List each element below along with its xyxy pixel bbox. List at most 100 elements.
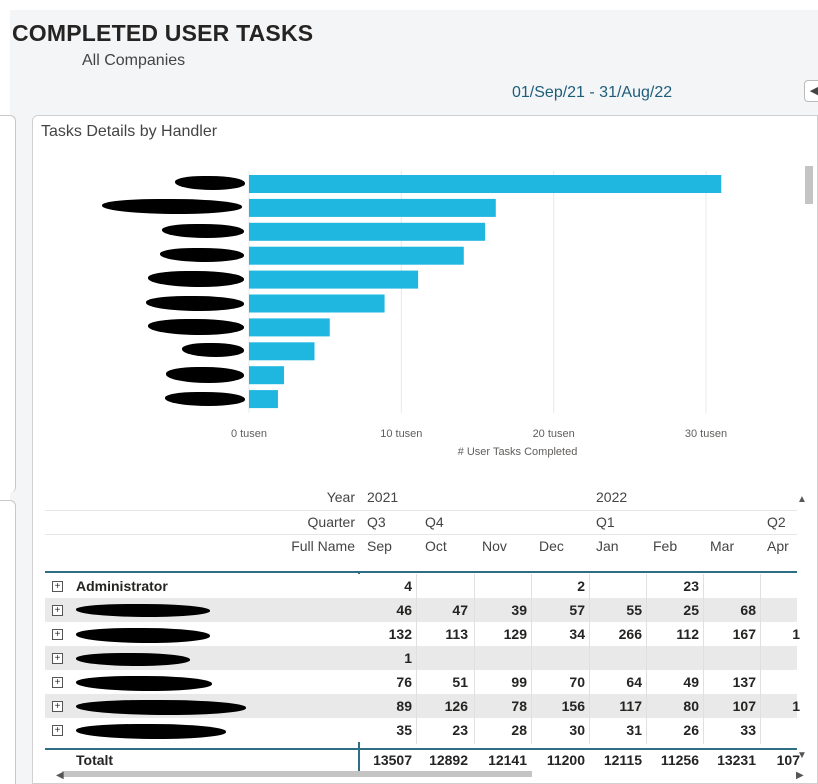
x-tick-label: 20 tusen (533, 428, 575, 440)
date-range-label: 01/Sep/21 - 31/Aug/22 (512, 84, 673, 101)
chart-vertical-scrollbar[interactable] (803, 164, 815, 416)
matrix-month-jan[interactable]: Jan (596, 538, 619, 554)
left-panel-edge-lower[interactable] (0, 500, 16, 784)
matrix-month-dec[interactable]: Dec (539, 538, 564, 554)
scroll-left-icon[interactable]: ◀ (56, 770, 64, 781)
table-cell: 126 (444, 698, 468, 714)
total-cell: 13507 (373, 752, 412, 768)
page-subtitle: All Companies (82, 52, 186, 69)
bar[interactable] (249, 198, 496, 217)
expand-plus-icon[interactable]: + (52, 629, 63, 640)
table-cell: 132 (388, 626, 412, 642)
table-cell: 1 (404, 650, 412, 666)
matrix-quarter-q3[interactable]: Q3 (367, 514, 386, 530)
header-separator (45, 571, 797, 573)
table-cell: 113 (445, 626, 468, 642)
table-cell: 31 (626, 722, 642, 738)
bar[interactable] (249, 246, 464, 265)
x-tick-label: 10 tusen (380, 428, 422, 440)
scroll-up-icon[interactable]: ▲ (797, 494, 807, 505)
table-cell: 68 (740, 602, 756, 618)
table-cell: 89 (396, 698, 412, 714)
chevron-left-icon[interactable]: ◀ (804, 80, 818, 102)
table-cell: 49 (683, 674, 699, 690)
table-cell: 25 (683, 602, 699, 618)
total-cell: 11256 (660, 752, 699, 768)
bar[interactable] (249, 294, 385, 313)
bar[interactable] (249, 222, 486, 241)
table-cell: 1 (792, 698, 800, 714)
column-divider (531, 574, 532, 744)
expand-plus-icon[interactable]: + (52, 605, 63, 616)
total-cell: 12115 (603, 752, 642, 768)
table-cell: 46 (396, 602, 412, 618)
column-divider (416, 574, 417, 744)
matrix-month-nov[interactable]: Nov (482, 538, 507, 554)
matrix-quarter-q4[interactable]: Q4 (425, 514, 444, 530)
column-divider (646, 574, 647, 744)
matrix-year-2021[interactable]: 2021 (367, 489, 398, 505)
column-divider (589, 574, 590, 744)
expand-plus-icon[interactable]: + (52, 581, 63, 592)
matrix-month-feb[interactable]: Feb (653, 538, 677, 554)
table-cell: 55 (626, 602, 642, 618)
table-cell: 1 (792, 626, 800, 642)
table-cell: 76 (396, 674, 412, 690)
matrix-month-sep[interactable]: Sep (367, 538, 392, 554)
table-cell: 107 (732, 698, 756, 714)
total-cell: 12141 (488, 752, 527, 768)
bar[interactable] (249, 342, 315, 361)
table-cell: 30 (569, 722, 585, 738)
expand-plus-icon[interactable]: + (52, 701, 63, 712)
bar-chart: 0 tusen 10 tusen 20 tusen 30 tusen # User Ta… (231, 171, 727, 458)
table-cell: 156 (561, 698, 585, 714)
matrix-horizontal-scrollbar[interactable] (62, 770, 792, 778)
matrix-quarter-q2[interactable]: Q2 (767, 514, 786, 530)
table-cell: 266 (618, 626, 642, 642)
matrix-month-mar[interactable]: Mar (710, 538, 734, 554)
total-separator (45, 748, 797, 750)
scroll-right-icon[interactable]: ▶ (796, 770, 804, 781)
left-panel-edge[interactable] (0, 115, 16, 493)
x-axis-title: # User Tasks Completed (458, 446, 578, 458)
matrix-header-fullname-label: Full Name (291, 538, 355, 554)
table-cell: 23 (452, 722, 468, 738)
x-tick-label: 0 tusen (231, 428, 267, 440)
matrix-quarter-q1[interactable]: Q1 (596, 514, 615, 530)
divider (45, 534, 797, 535)
table-cell: 2 (577, 578, 585, 594)
bar[interactable] (249, 270, 419, 289)
table-cell: 34 (569, 626, 585, 642)
expand-plus-icon[interactable]: + (52, 677, 63, 688)
table-cell: 39 (511, 602, 527, 618)
matrix-scroll-thumb[interactable] (62, 771, 532, 777)
matrix-header-quarter-label: Quarter (307, 514, 355, 530)
table-cell: 117 (619, 698, 642, 714)
bar[interactable] (249, 318, 330, 337)
column-divider (703, 574, 704, 744)
expand-plus-icon[interactable]: + (52, 653, 63, 664)
total-cell: 107 (776, 752, 800, 768)
scroll-down-icon[interactable]: ▼ (797, 750, 807, 761)
table-cell: 112 (676, 626, 699, 642)
page-title: COMPLETED USER TASKS (12, 20, 314, 46)
table-cell: 64 (626, 674, 642, 690)
matrix-header-year-label: Year (326, 489, 355, 505)
table-cell: 33 (740, 722, 756, 738)
table-cell: 4 (404, 578, 412, 594)
table-cell: 70 (569, 674, 585, 690)
chart-scroll-thumb[interactable] (805, 166, 813, 204)
matrix-month-oct[interactable]: Oct (425, 538, 447, 554)
bar[interactable] (249, 366, 285, 385)
matrix-month-apr[interactable]: Apr (767, 538, 789, 554)
table-cell: 78 (511, 698, 527, 714)
x-tick-label: 30 tusen (685, 428, 727, 440)
table-cell: 99 (511, 674, 527, 690)
matrix-year-2022[interactable]: 2022 (596, 489, 627, 505)
expand-plus-icon[interactable]: + (52, 725, 63, 736)
table-cell: 137 (732, 674, 756, 690)
bar[interactable] (249, 390, 278, 409)
table-cell: 167 (732, 626, 756, 642)
bar[interactable] (249, 175, 722, 193)
table-cell: 47 (452, 602, 468, 618)
